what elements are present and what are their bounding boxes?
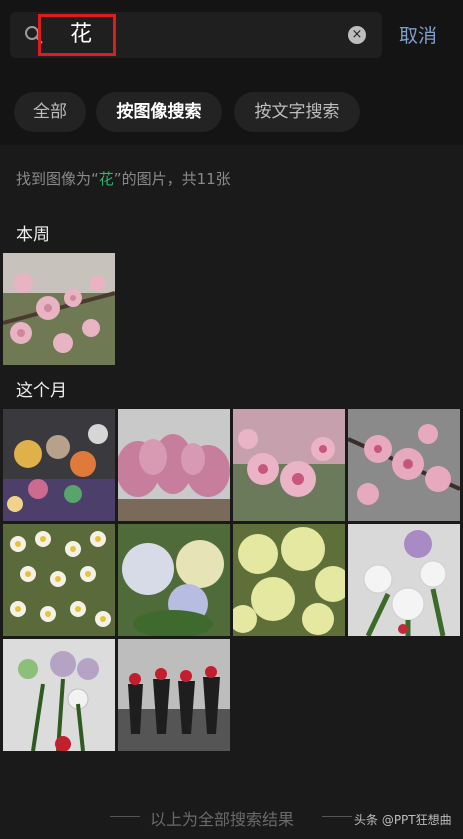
result-keyword: 花 [98,170,114,188]
annotation-highlight-box [38,14,116,56]
photo-thumbnail[interactable] [3,409,115,521]
photo-thumbnail[interactable] [233,524,345,636]
section-this-week: 本周 [16,225,50,245]
photo-thumbnail[interactable] [118,639,230,751]
result-prefix: 找到图像为“ [16,170,99,188]
photo-thumbnail[interactable] [348,409,460,521]
tab-search-by-image[interactable]: 按图像搜索 [96,92,222,132]
section-this-month: 这个月 [16,381,67,401]
footer-divider-left [110,816,140,817]
source-watermark: 头条 @PPT狂想曲 [354,813,452,827]
photo-thumbnail[interactable] [3,253,115,365]
photo-thumbnail[interactable] [348,524,460,636]
tab-all[interactable]: 全部 [14,92,86,132]
result-summary: 找到图像为“花”的图片，共11张 [16,168,231,189]
photo-thumbnail[interactable] [118,524,230,636]
photo-thumbnail[interactable] [3,524,115,636]
photo-thumbnail[interactable] [233,409,345,521]
photo-thumbnail[interactable] [118,409,230,521]
clear-icon[interactable]: × [348,26,366,44]
cancel-button[interactable]: 取消 [399,21,437,48]
end-of-results-text: 以上为全部搜索结果 [150,810,295,829]
tab-search-by-text[interactable]: 按文字搜索 [234,92,360,132]
photo-thumbnail[interactable] [3,639,115,751]
result-suffix: ”的图片，共11张 [113,170,231,188]
footer-divider-right [322,816,352,817]
